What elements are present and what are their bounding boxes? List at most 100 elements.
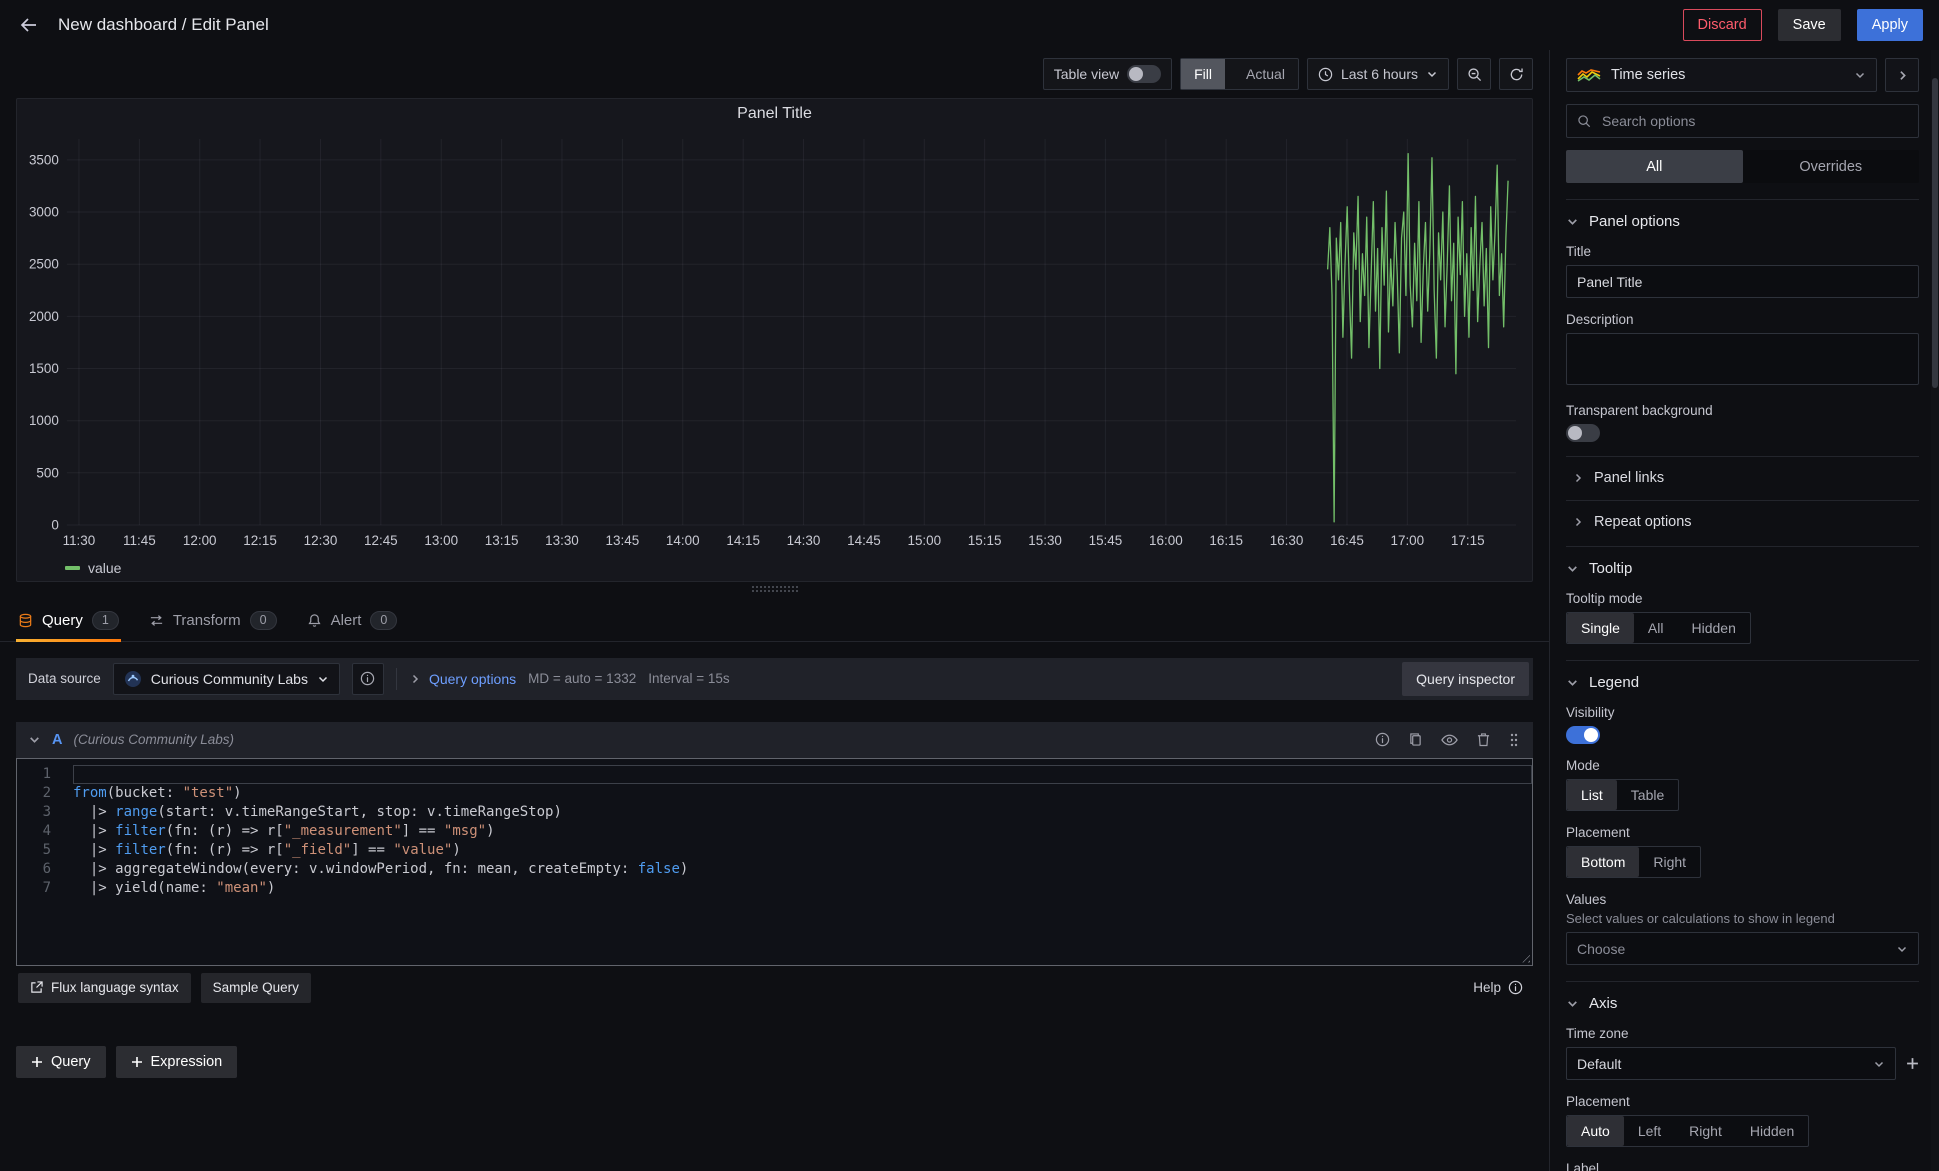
add-query-button[interactable]: Query xyxy=(16,1046,106,1078)
repeat-options-collapse[interactable]: Repeat options xyxy=(1566,500,1919,530)
svg-text:14:15: 14:15 xyxy=(726,533,760,548)
legend-mode-list[interactable]: List xyxy=(1567,780,1617,810)
refresh-button[interactable] xyxy=(1499,58,1533,90)
sidebar-scrollbar[interactable] xyxy=(1931,50,1939,1171)
legend-header[interactable]: Legend xyxy=(1566,674,1919,691)
tooltip-mode-hidden[interactable]: Hidden xyxy=(1677,613,1749,643)
query-options-toggle[interactable]: Query options xyxy=(409,671,516,687)
collapse-options-button[interactable] xyxy=(1885,58,1919,92)
delete-query-button[interactable] xyxy=(1475,730,1492,749)
tooltip-mode-all[interactable]: All xyxy=(1634,613,1678,643)
axis-placement-right[interactable]: Right xyxy=(1675,1116,1736,1146)
zoom-out-button[interactable] xyxy=(1457,58,1491,90)
chevron-down-icon xyxy=(1896,943,1908,955)
time-series-plot[interactable]: 050010001500200025003000350011:3011:4512… xyxy=(17,129,1532,555)
time-range-picker[interactable]: Last 6 hours xyxy=(1307,58,1449,90)
fill-option[interactable]: Fill xyxy=(1181,59,1225,89)
legend-visibility-toggle[interactable] xyxy=(1566,726,1600,744)
svg-text:16:00: 16:00 xyxy=(1149,533,1183,548)
datasource-info-button[interactable] xyxy=(352,663,384,695)
axis-label-label: Label xyxy=(1566,1161,1919,1171)
datasource-picker[interactable]: Curious Community Labs xyxy=(113,663,340,695)
tab-transform-count: 0 xyxy=(250,611,277,630)
options-search[interactable] xyxy=(1566,104,1919,138)
code-line[interactable]: |> range(start: v.timeRangeStart, stop: … xyxy=(73,803,1532,822)
panel-options-header[interactable]: Panel options xyxy=(1566,213,1919,230)
axis-placement-group: Auto Left Right Hidden xyxy=(1566,1115,1809,1147)
apply-button[interactable]: Apply xyxy=(1857,9,1923,41)
flux-syntax-button[interactable]: Flux language syntax xyxy=(18,973,191,1003)
tab-alert[interactable]: Alert 0 xyxy=(305,604,400,641)
sample-query-button[interactable]: Sample Query xyxy=(201,973,311,1003)
add-timezone-button[interactable] xyxy=(1906,1057,1919,1070)
tooltip-header[interactable]: Tooltip xyxy=(1566,560,1919,577)
axis-placement-hidden[interactable]: Hidden xyxy=(1736,1116,1808,1146)
tab-transform[interactable]: Transform 0 xyxy=(147,604,279,641)
code-line[interactable]: |> aggregateWindow(every: v.windowPeriod… xyxy=(73,860,1532,879)
drag-query-handle[interactable] xyxy=(1507,730,1521,750)
search-icon xyxy=(1577,114,1591,128)
svg-text:15:15: 15:15 xyxy=(968,533,1002,548)
hide-query-button[interactable] xyxy=(1439,732,1460,748)
flux-code-editor[interactable]: 1234567 from(bucket: "test") |> range(st… xyxy=(16,758,1533,966)
legend-series-label[interactable]: value xyxy=(88,560,121,576)
scrollbar-thumb[interactable] xyxy=(1932,78,1938,388)
editor-code[interactable]: from(bucket: "test") |> range(start: v.t… xyxy=(63,759,1532,965)
options-search-input[interactable] xyxy=(1600,112,1908,130)
code-line[interactable]: |> filter(fn: (r) => r["_measurement"] =… xyxy=(73,822,1532,841)
actual-option[interactable]: Actual xyxy=(1233,59,1298,89)
repeat-options-label: Repeat options xyxy=(1594,514,1692,530)
code-line[interactable] xyxy=(73,765,1532,784)
axis-placement-auto[interactable]: Auto xyxy=(1567,1116,1624,1146)
table-view-toggle[interactable] xyxy=(1127,65,1161,83)
visualization-picker[interactable]: Time series xyxy=(1566,58,1877,92)
panel-resize-handle[interactable] xyxy=(752,586,798,592)
transparent-background-toggle[interactable] xyxy=(1566,424,1600,442)
timezone-select[interactable]: Default xyxy=(1566,1047,1896,1080)
breadcrumb[interactable]: New dashboard / Edit Panel xyxy=(58,15,269,35)
editor-tabs: Query 1 Transform 0 Alert 0 xyxy=(0,604,1549,642)
help-button[interactable]: Help xyxy=(1473,980,1531,995)
help-label: Help xyxy=(1473,980,1501,995)
query-ref-id[interactable]: A xyxy=(52,732,62,748)
transparent-background-label: Transparent background xyxy=(1566,403,1919,418)
svg-text:1000: 1000 xyxy=(29,413,59,428)
legend-placement-bottom[interactable]: Bottom xyxy=(1567,847,1639,877)
duplicate-query-button[interactable] xyxy=(1407,730,1424,749)
svg-text:3000: 3000 xyxy=(29,204,59,219)
axis-header[interactable]: Axis xyxy=(1566,995,1919,1012)
legend-mode-table[interactable]: Table xyxy=(1617,780,1678,810)
tab-overrides[interactable]: Overrides xyxy=(1743,150,1920,183)
section-legend: Legend Visibility Mode List Table Placem… xyxy=(1566,660,1919,965)
discard-button[interactable]: Discard xyxy=(1683,9,1762,41)
panel-links-collapse[interactable]: Panel links xyxy=(1566,456,1919,486)
viz-name: Time series xyxy=(1611,67,1685,83)
legend-values-select[interactable]: Choose xyxy=(1566,932,1919,965)
panel-title-input[interactable] xyxy=(1566,265,1919,298)
save-button[interactable]: Save xyxy=(1778,9,1841,41)
code-line[interactable]: |> yield(name: "mean") xyxy=(73,879,1532,898)
query-row-header[interactable]: A (Curious Community Labs) xyxy=(16,722,1533,758)
query-help-button[interactable] xyxy=(1373,730,1392,749)
code-line[interactable]: |> filter(fn: (r) => r["_field"] == "val… xyxy=(73,841,1532,860)
axis-placement-left[interactable]: Left xyxy=(1624,1116,1675,1146)
tooltip-mode-single[interactable]: Single xyxy=(1567,613,1634,643)
svg-text:17:15: 17:15 xyxy=(1451,533,1485,548)
query-inspector-button[interactable]: Query inspector xyxy=(1402,662,1529,696)
main-area: Table view Fill Actual Last 6 hours xyxy=(0,50,1939,1171)
svg-text:11:30: 11:30 xyxy=(63,533,96,548)
description-textarea[interactable] xyxy=(1566,333,1919,385)
code-line[interactable]: from(bucket: "test") xyxy=(73,784,1532,803)
tab-all[interactable]: All xyxy=(1566,150,1743,183)
chevron-right-icon xyxy=(409,673,421,685)
collapse-query-icon[interactable] xyxy=(28,733,41,746)
svg-text:17:00: 17:00 xyxy=(1390,533,1424,548)
svg-text:12:45: 12:45 xyxy=(364,533,398,548)
chart-area: 050010001500200025003000350011:3011:4512… xyxy=(17,129,1532,555)
legend-placement-right[interactable]: Right xyxy=(1639,847,1700,877)
add-expression-button[interactable]: Expression xyxy=(116,1046,238,1078)
toggle-knob xyxy=(1129,67,1143,81)
tab-query[interactable]: Query 1 xyxy=(16,604,121,641)
back-button[interactable] xyxy=(16,13,42,37)
panel-title[interactable]: Panel Title xyxy=(17,99,1532,129)
